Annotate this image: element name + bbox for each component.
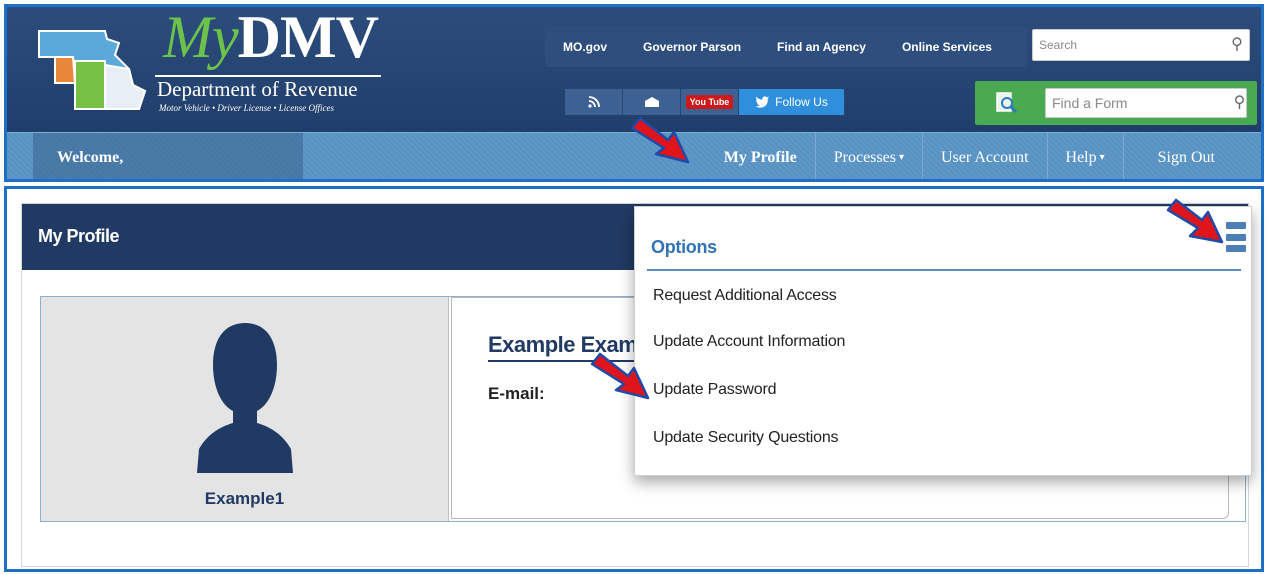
page-title: My Profile xyxy=(38,226,120,246)
options-dropdown: Options Request Additional Access Update… xyxy=(634,206,1252,476)
hamburger-bar xyxy=(1226,245,1246,252)
welcome-text: Welcome, xyxy=(33,133,303,179)
brand-my: My xyxy=(163,4,239,70)
hamburger-bar xyxy=(1226,233,1246,241)
social-bar: You Tube Follow Us xyxy=(565,89,845,115)
util-link-mo-gov[interactable]: MO.gov xyxy=(545,40,625,54)
twitter-follow-button[interactable]: Follow Us xyxy=(739,89,845,115)
find-form-icon[interactable] xyxy=(995,91,1019,115)
nav-help-label: Help xyxy=(1065,148,1097,166)
mail-icon[interactable] xyxy=(623,89,681,115)
find-form-bar: ⚲ xyxy=(975,81,1257,125)
utility-links-bar: MO.gov Governor Parson Find an Agency On… xyxy=(545,27,1027,67)
department-name: Department of Revenue xyxy=(157,77,358,101)
nav-help[interactable]: Help ▾ xyxy=(1046,133,1123,179)
nav-processes-label: Processes xyxy=(833,148,896,166)
nav-sign-out[interactable]: Sign Out xyxy=(1122,133,1249,179)
email-label: E-mail: xyxy=(488,384,545,403)
hamburger-bar xyxy=(1226,222,1246,229)
nav-my-profile-label: My Profile xyxy=(723,148,797,166)
nav-items: My Profile Processes ▾ User Account Help ▾… xyxy=(706,133,1249,179)
nav-my-profile[interactable]: My Profile xyxy=(706,133,815,179)
find-form-box: ⚲ xyxy=(1045,88,1247,118)
search-icon[interactable]: ⚲ xyxy=(1233,95,1246,111)
youtube-label: You Tube xyxy=(685,95,734,109)
nav-user-account[interactable]: User Account xyxy=(921,133,1047,179)
util-link-online-services[interactable]: Online Services xyxy=(884,40,1010,54)
username: Example1 xyxy=(204,489,285,508)
option-update-password[interactable]: Update Password xyxy=(653,381,776,399)
follow-us-label: Follow Us xyxy=(775,95,828,109)
nav-user-account-label: User Account xyxy=(940,148,1029,166)
options-divider xyxy=(647,269,1241,271)
brand-wordmark: MyDMV xyxy=(163,4,379,70)
site-search-box: ⚲ xyxy=(1032,29,1250,61)
nav-sign-out-label: Sign Out xyxy=(1157,148,1215,166)
options-title: Options xyxy=(651,237,717,257)
nav-processes[interactable]: Processes ▾ xyxy=(814,133,922,179)
arrow-annotation xyxy=(630,116,690,164)
find-form-input[interactable] xyxy=(1046,89,1233,117)
arrow-annotation xyxy=(590,352,650,400)
option-request-access[interactable]: Request Additional Access xyxy=(653,287,837,305)
avatar-silhouette-icon xyxy=(197,323,293,473)
missouri-map-logo-icon xyxy=(38,30,147,110)
caret-down-icon: ▾ xyxy=(898,152,904,163)
rss-icon[interactable] xyxy=(565,89,623,115)
youtube-icon[interactable]: You Tube xyxy=(681,89,739,115)
option-update-account[interactable]: Update Account Information xyxy=(653,333,845,351)
logo-tagline: Motor Vehicle • Driver License • License… xyxy=(159,103,335,113)
util-link-governor[interactable]: Governor Parson xyxy=(625,40,759,54)
arrow-annotation xyxy=(1166,198,1224,244)
option-update-security-questions[interactable]: Update Security Questions xyxy=(653,429,839,447)
hamburger-menu-icon[interactable] xyxy=(1226,222,1246,252)
search-icon[interactable]: ⚲ xyxy=(1225,37,1249,53)
mydmv-logo[interactable]: MyDMV Department of Revenue Motor Vehicl… xyxy=(27,7,407,123)
brand-dmv: DMV xyxy=(237,4,379,70)
avatar-pane: Example1 xyxy=(41,297,449,521)
util-link-find-agency[interactable]: Find an Agency xyxy=(759,40,884,54)
twitter-icon xyxy=(755,96,770,108)
caret-down-icon: ▾ xyxy=(1099,152,1105,163)
site-search-input[interactable] xyxy=(1033,30,1225,60)
